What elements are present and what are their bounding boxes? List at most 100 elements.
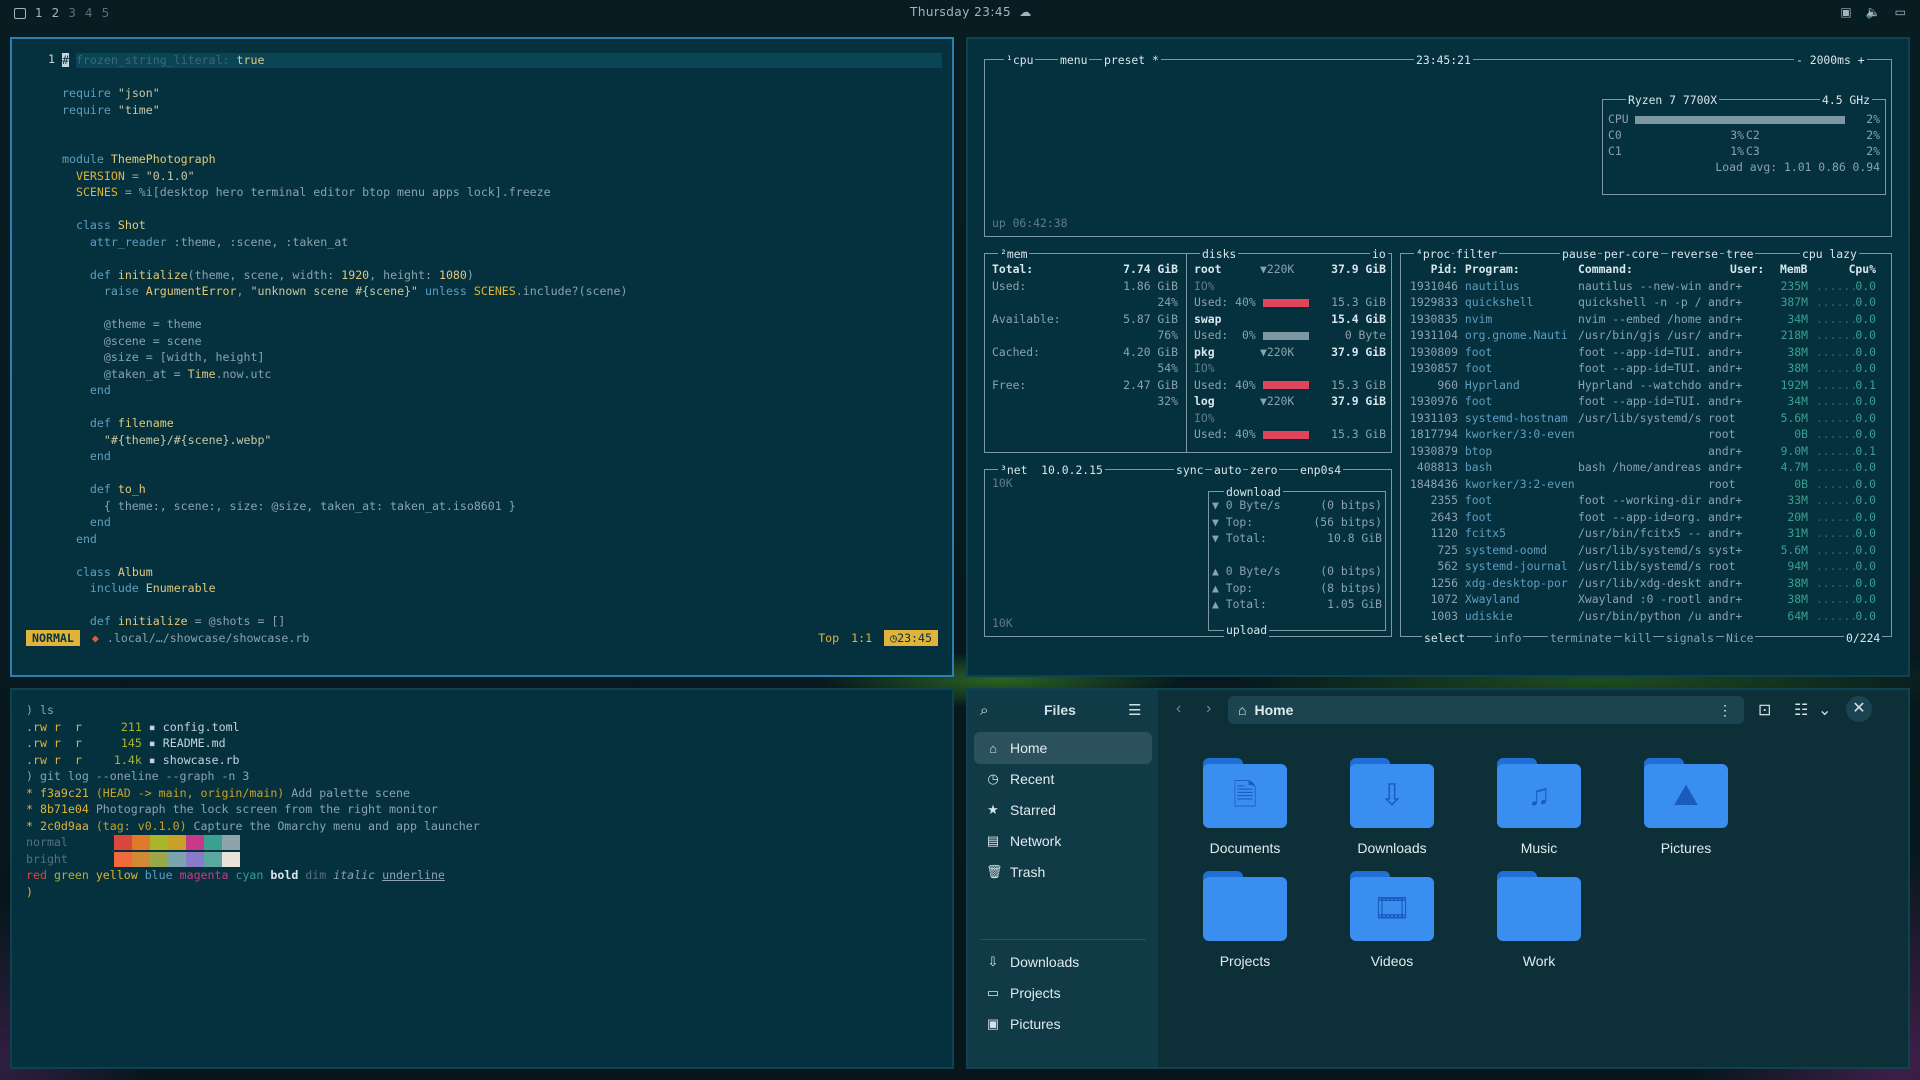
view-options-icon[interactable]: ⌄ (1818, 700, 1831, 720)
volume-icon[interactable]: 🔈 (1866, 5, 1881, 19)
workspace-1[interactable]: 1 (35, 6, 43, 20)
proc-kill[interactable]: kill (1622, 631, 1654, 645)
files-sidebar: ⌕ Files ☰ ⌂ Home ◷ Recent ★ Starred ▤ Network 🗑 T… (968, 690, 1158, 1067)
process-row[interactable]: 408813 bash bash /home/andreas andr+ 4.7M..… (1406, 459, 1886, 476)
folder-work[interactable]: Work (1474, 871, 1604, 981)
sidebar-item-home[interactable]: ⌂ Home (974, 732, 1152, 764)
folder-projects[interactable]: Projects (1180, 871, 1310, 981)
bookmark-downloads[interactable]: ⇩ Downloads (974, 946, 1152, 978)
bookmark-projects[interactable]: ▭ Projects (974, 977, 1152, 1009)
net-sync[interactable]: sync (1174, 463, 1206, 477)
proc-tree[interactable]: tree (1724, 247, 1756, 261)
process-row[interactable]: 1003 udiskie/usr/bin/python /u andr+ 64M..… (1406, 608, 1886, 625)
commit-line: * f3a9c21 (HEAD -> main, origin/main) Ad… (26, 785, 410, 800)
process-table[interactable]: Pid: Program: Command: User: MemB Cpu% 193104… (1406, 261, 1886, 624)
process-row[interactable]: 1848436 kworker/3:2-even root 0B...... 0.0 (1406, 476, 1886, 493)
proc-filter[interactable]: filter (1454, 247, 1500, 261)
clock[interactable]: Thursday 23:45 ☁ (910, 5, 1032, 19)
terminal-output[interactable]: ) ls .rw r r 211 ▪ config.toml .rw r r 145… (26, 702, 480, 900)
monitor-icon[interactable]: ▭ (1895, 5, 1906, 19)
prompt-current[interactable]: ) (26, 884, 480, 901)
cpu-tab[interactable]: ¹cpu (1004, 53, 1036, 67)
workspace-4[interactable]: 4 (85, 6, 93, 20)
screenshot-icon[interactable]: ⊡ (1758, 700, 1771, 720)
workspace-5[interactable]: 5 (102, 6, 110, 20)
sidebar-item-network[interactable]: ▤ Network (974, 825, 1152, 857)
line-number: 1 (48, 52, 55, 66)
process-row[interactable]: 1930976 foot foot --app-id=TUI. andr+ 34M..… (1406, 393, 1886, 410)
neovim-window[interactable]: 1 # frozen_string_literal: true require … (10, 37, 954, 677)
sidebar-item-trash[interactable]: 🗑 Trash (974, 856, 1152, 888)
mode-indicator: NORMAL (26, 630, 80, 646)
load-average: Load avg: 1.01 0.86 0.94 (1715, 160, 1880, 174)
search-icon[interactable]: ⌕ (980, 702, 988, 719)
process-row[interactable]: 1072 Xwayland Xwayland :0 -rootl andr+ 38M.… (1406, 591, 1886, 608)
btop-window[interactable]: ¹cpu menu preset * 23:45:21 - 2000ms + u… (966, 37, 1910, 677)
folder-music[interactable]: ♫ Music (1474, 758, 1604, 868)
process-row[interactable]: 1930835 nvim nvim --embed /home andr+ 34M..… (1406, 311, 1886, 328)
process-row[interactable]: 725 systemd-oomd/usr/lib/systemd/s syst+ 5… (1406, 542, 1886, 559)
net-zero[interactable]: zero (1248, 463, 1280, 477)
io-title: io (1370, 247, 1388, 261)
process-row[interactable]: 1930809 foot foot --app-id=TUI. andr+ 38M..… (1406, 344, 1886, 361)
bookmark-pictures[interactable]: ▣ Pictures (974, 1008, 1152, 1040)
proc-nice[interactable]: Nice (1724, 631, 1756, 645)
process-row[interactable]: 1930879 btop andr+ 9.0M...... 0.1 (1406, 443, 1886, 460)
files-header: ‹ › ⌂ Home ⋮ ⊡ ☷ ⌄ ✕ (1158, 690, 1908, 730)
location-bar[interactable]: ⌂ Home ⋮ (1228, 696, 1744, 724)
proc-info[interactable]: info (1492, 631, 1524, 645)
code-buffer[interactable]: # frozen_string_literal: true require "j… (62, 52, 627, 630)
net-auto[interactable]: auto (1212, 463, 1244, 477)
process-row[interactable]: 1929833 quickshell quickshell -n -p / andr… (1406, 294, 1886, 311)
launcher-icon[interactable] (14, 7, 26, 19)
files-main: ‹ › ⌂ Home ⋮ ⊡ ☷ ⌄ ✕ 🗎 Documents ⇩ Downloads ♫… (1158, 690, 1908, 1067)
process-row[interactable]: 1931104 org.gnome.Nauti/usr/bin/gjs /usr… (1406, 327, 1886, 344)
menu-tab[interactable]: menu (1058, 53, 1090, 67)
proc-terminate[interactable]: terminate (1548, 631, 1614, 645)
status-line: NORMAL ◆ .local/…/showcase/showcase.rb T… (26, 630, 938, 646)
terminal-window[interactable]: ) ls .rw r r 211 ▪ config.toml .rw r r 145… (10, 688, 954, 1069)
core-c0: C0 3% (1608, 128, 1744, 142)
process-row[interactable]: 1256 xdg-desktop-por/usr/lib/xdg-deskt an… (1406, 575, 1886, 592)
process-row[interactable]: 2355 foot foot --working-dir andr+ 33M.....… (1406, 492, 1886, 509)
net-iface[interactable]: enp0s4 (1298, 463, 1344, 477)
screen-icon[interactable]: ▣ (1840, 5, 1851, 19)
folder-documents[interactable]: 🗎 Documents (1180, 758, 1310, 868)
sidebar-item-starred[interactable]: ★ Starred (974, 794, 1152, 826)
folder-pictures[interactable]: ⛰ Pictures (1621, 758, 1751, 868)
proc-sort[interactable]: cpu lazy (1800, 247, 1859, 261)
process-row[interactable]: 562 systemd-journal/usr/lib/systemd/s roo… (1406, 558, 1886, 575)
proc-percore[interactable]: per-core (1602, 247, 1661, 261)
folder-videos[interactable]: 🎞 Videos (1327, 871, 1457, 981)
location-menu-icon[interactable]: ⋮ (1718, 702, 1732, 719)
sidebar-title: Files (1044, 702, 1076, 718)
disks-title: disks (1200, 247, 1239, 261)
workspace-2[interactable]: 2 (52, 6, 60, 20)
workspace-3[interactable]: 3 (68, 6, 76, 20)
process-row[interactable]: 1817794 kworker/3:0-even root 0B...... 0.0 (1406, 426, 1886, 443)
proc-reverse[interactable]: reverse (1668, 247, 1721, 261)
folder-icon: ♫ (1497, 758, 1581, 828)
process-row[interactable]: 960 Hyprland Hyprland --watchdo andr+ 192M.… (1406, 377, 1886, 394)
menu-icon[interactable]: ☰ (1128, 701, 1141, 719)
files-window[interactable]: ⌕ Files ☰ ⌂ Home ◷ Recent ★ Starred ▤ Network 🗑 T… (966, 688, 1910, 1069)
forward-icon[interactable]: › (1206, 700, 1211, 718)
process-row[interactable]: 1931103 systemd-hostnam/usr/lib/systemd/… (1406, 410, 1886, 427)
back-icon[interactable]: ‹ (1176, 700, 1181, 718)
proc-header: Pid: Program: Command: User: MemB Cpu% (1430, 262, 1876, 276)
process-row[interactable]: 1931046 nautilus nautilus --new-win andr+ 2… (1406, 278, 1886, 295)
process-row[interactable]: 1930857 foot foot --app-id=TUI. andr+ 38M..… (1406, 360, 1886, 377)
view-list-icon[interactable]: ☷ (1794, 700, 1808, 720)
preset-tab[interactable]: preset * (1102, 53, 1161, 67)
refresh-interval[interactable]: - 2000ms + (1794, 53, 1867, 67)
proc-pause[interactable]: pause (1560, 247, 1599, 261)
process-row[interactable]: 2643 foot foot --app-id=org. andr+ 20M.....… (1406, 509, 1886, 526)
close-icon[interactable]: ✕ (1846, 696, 1872, 722)
clock-icon: ◷ (987, 771, 999, 786)
sidebar-item-recent[interactable]: ◷ Recent (974, 763, 1152, 795)
proc-signals[interactable]: signals (1664, 631, 1717, 645)
folder-downloads[interactable]: ⇩ Downloads (1327, 758, 1457, 868)
net-title: ³net 10.0.2.15 (998, 463, 1105, 477)
process-row[interactable]: 1120 fcitx5/usr/bin/fcitx5 -- andr+ 31M...… (1406, 525, 1886, 542)
proc-select[interactable]: select (1422, 631, 1468, 645)
